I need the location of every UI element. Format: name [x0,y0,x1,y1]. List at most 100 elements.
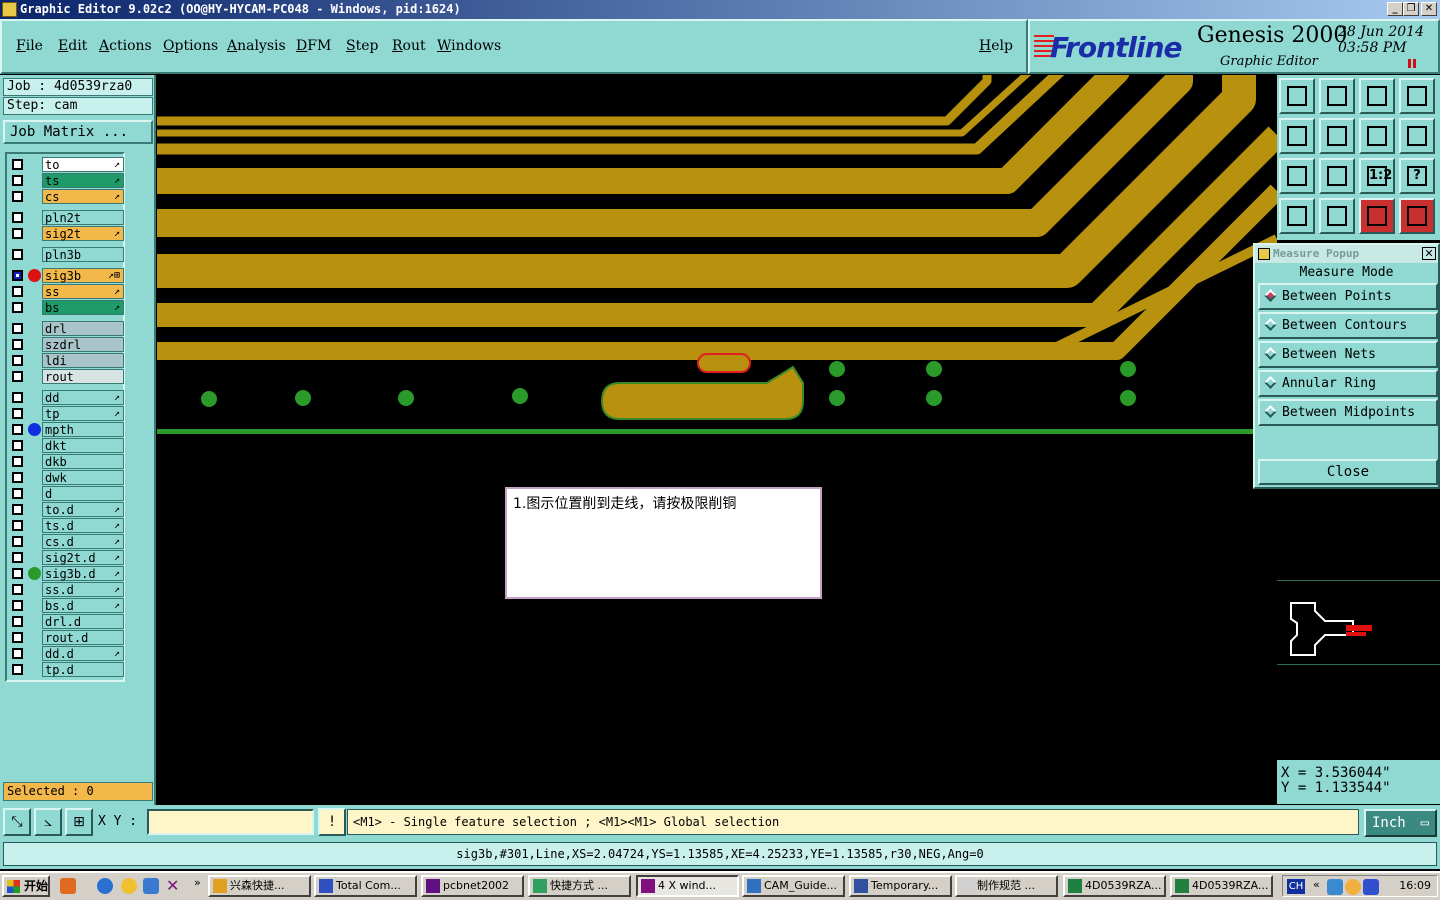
layer-checkbox[interactable] [12,408,23,419]
layer-name[interactable]: bs ↗ [42,300,124,315]
layer-name[interactable]: dwk [42,470,124,485]
quicklaunch-app-icon[interactable] [60,878,76,894]
layer-checkbox[interactable] [12,323,23,334]
layer-checkbox[interactable] [12,504,23,515]
layer-name[interactable]: cs ↗ [42,189,124,204]
tool-net-b-icon[interactable] [1399,198,1435,234]
layer-row[interactable]: dd.d ↗ [9,646,124,661]
layer-row[interactable]: pln2t [9,210,124,225]
layer-checkbox[interactable] [12,600,23,611]
layer-name[interactable]: sig3b ↗⊞ [42,268,124,283]
taskbar-button[interactable]: 制作规范 ... [955,875,1058,897]
layer-checkbox[interactable] [12,552,23,563]
layer-checkbox[interactable] [12,371,23,382]
menu-options[interactable]: Options [163,38,218,54]
taskbar-button[interactable]: 4D0539RZA... [1063,875,1166,897]
xy-input[interactable] [147,809,314,835]
layer-checkbox[interactable] [12,212,23,223]
tool-fit-icon[interactable] [1279,158,1315,194]
measure-close-button[interactable]: Close [1258,459,1438,485]
layer-row[interactable]: to ↗ [9,157,124,172]
layer-affected-dot-icon[interactable] [28,269,41,282]
grid-snap-icon[interactable]: ⊞ [65,808,93,836]
taskbar-button[interactable]: 4 X wind... [636,875,739,897]
layer-checkbox[interactable] [12,339,23,350]
angle-mode-icon[interactable]: ⦣ [34,808,62,836]
layer-checkbox[interactable] [12,616,23,627]
layer-checkbox[interactable] [12,456,23,467]
menu-edit[interactable]: Edit [58,38,87,54]
measure-option[interactable]: Between Points [1258,283,1438,310]
tray-network-icon[interactable] [1327,879,1343,895]
menu-help[interactable]: Help [979,38,1013,54]
layer-row[interactable]: sig2t.d ↗ [9,550,124,565]
job-matrix-button[interactable]: Job Matrix ... [3,120,153,144]
measure-option[interactable]: Between Contours [1258,312,1438,339]
layer-row[interactable]: dkb [9,454,124,469]
close-window-button[interactable]: ✕ [1421,2,1437,16]
layer-checkbox[interactable] [12,175,23,186]
layer-row[interactable]: ss ↗ [9,284,124,299]
menu-windows[interactable]: Windows [437,38,501,54]
layer-name[interactable]: dd.d ↗ [42,646,124,661]
tray-security-icon[interactable] [1363,879,1379,895]
tool-pan-right-icon[interactable] [1319,118,1355,154]
layer-checkbox[interactable] [12,664,23,675]
layer-checkbox[interactable] [12,472,23,483]
ime-indicator[interactable]: CH [1287,879,1305,894]
layer-checkbox[interactable] [12,520,23,531]
layer-row[interactable]: pln3b [9,247,124,262]
layer-checkbox[interactable] [12,488,23,499]
layer-name[interactable]: ts ↗ [42,173,124,188]
tool-home-bottom-icon[interactable] [1319,78,1355,114]
layer-checkbox[interactable] [12,568,23,579]
layer-name[interactable]: dkb [42,454,124,469]
layer-row[interactable]: ss.d ↗ [9,582,124,597]
browser-icon[interactable] [143,878,159,894]
layer-row[interactable]: bs.d ↗ [9,598,124,613]
measure-option[interactable]: Between Nets [1258,341,1438,368]
layer-row[interactable]: mpth [9,422,124,437]
menu-step[interactable]: Step [346,38,378,54]
layer-name[interactable]: to.d ↗ [42,502,124,517]
layer-row[interactable]: cs ↗ [9,189,124,204]
layer-name[interactable]: rout [42,369,124,384]
tool-center-icon[interactable] [1319,158,1355,194]
layer-row[interactable]: tp.d [9,662,124,677]
tool-grid-icon[interactable] [1319,198,1355,234]
measure-popup-title[interactable]: Measure Popup [1255,245,1438,263]
layer-checkbox[interactable] [12,424,23,435]
layer-row[interactable]: sig3b ↗⊞ [9,268,124,283]
layer-checkbox[interactable] [12,191,23,202]
app-icon[interactable] [2,2,17,17]
taskbar-button[interactable]: Total Com... [314,875,417,897]
layer-name[interactable]: dkt [42,438,124,453]
tool-zoom-back-icon[interactable] [1359,118,1395,154]
units-selector[interactable]: Inch ▭ [1364,809,1437,837]
layer-row[interactable]: dwk [9,470,124,485]
menu-file[interactable]: File [16,38,43,54]
layer-row[interactable]: sig2t ↗ [9,226,124,241]
layer-checkbox[interactable] [12,632,23,643]
ie-icon[interactable] [97,878,113,894]
tool-home-icon[interactable] [1359,78,1395,114]
layer-name[interactable]: drl [42,321,124,336]
layer-checkbox[interactable] [12,536,23,547]
layer-name[interactable]: pln3b [42,247,124,262]
start-button[interactable]: 开始 [2,875,50,897]
taskbar-button[interactable]: 4D0539RZA... [1170,875,1273,897]
snap-mode-icon[interactable]: ⤡ [3,808,31,836]
layer-checkbox[interactable] [12,584,23,595]
tool-home-top-icon[interactable] [1279,78,1315,114]
menu-actions[interactable]: Actions [99,38,152,54]
layer-checkbox[interactable] [12,648,23,659]
layer-name[interactable]: bs.d ↗ [42,598,124,613]
layer-name[interactable]: mpth [42,422,124,437]
layer-name[interactable]: ts.d ↗ [42,518,124,533]
layer-name[interactable]: ldi [42,353,124,368]
layer-name[interactable]: tp.d [42,662,124,677]
layer-row[interactable]: to.d ↗ [9,502,124,517]
measure-option[interactable]: Between Midpoints [1258,399,1438,426]
layer-name[interactable]: ss.d ↗ [42,582,124,597]
layer-name[interactable]: sig2t.d ↗ [42,550,124,565]
